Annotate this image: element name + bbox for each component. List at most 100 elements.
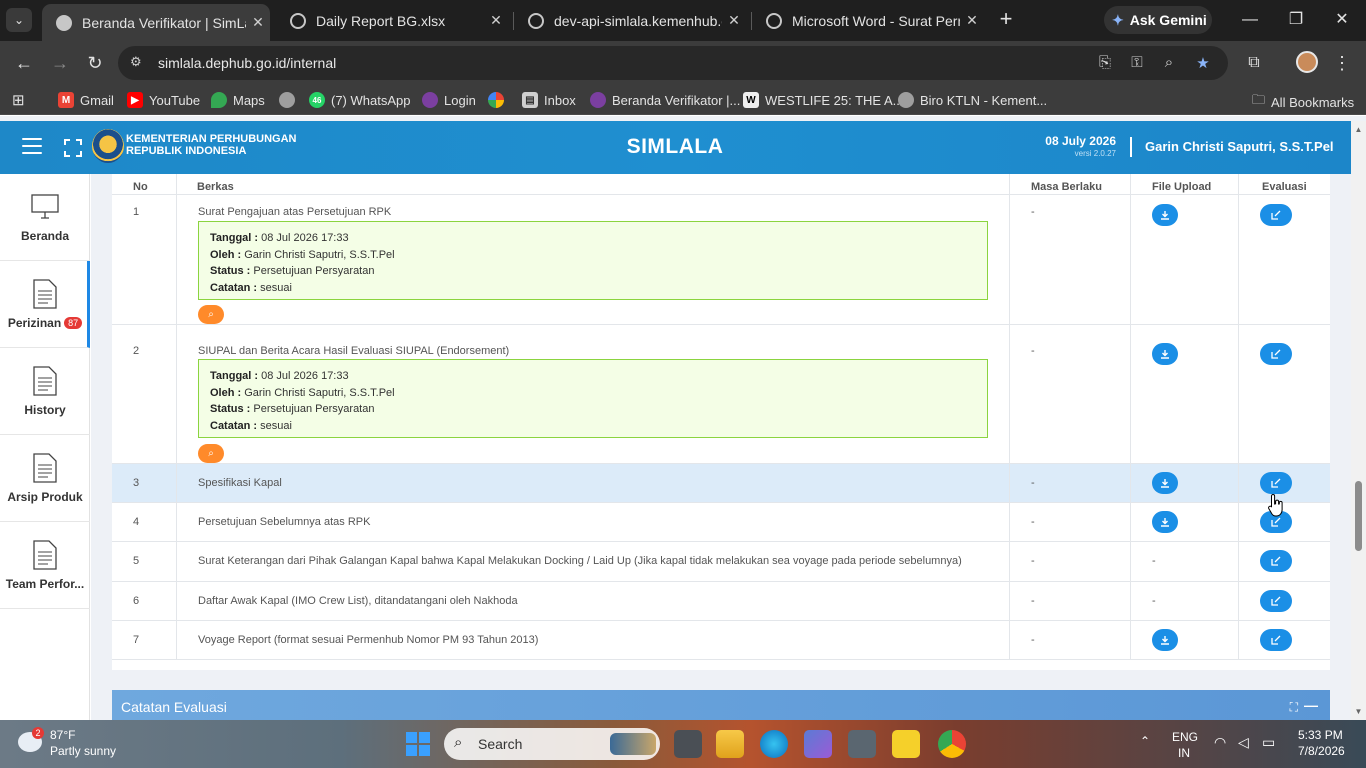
- password-key-icon[interactable]: ⚿: [1126, 54, 1148, 74]
- language-indicator[interactable]: ENG: [1172, 730, 1198, 744]
- bookmark-photos[interactable]: [488, 91, 510, 109]
- clock-time[interactable]: 5:33 PM: [1298, 728, 1343, 744]
- close-icon[interactable]: ✕: [484, 12, 508, 29]
- new-tab-button[interactable]: +: [994, 8, 1018, 32]
- scroll-down-icon[interactable]: ▼: [1354, 707, 1363, 716]
- windows-taskbar: 2 87°F Partly sunny ⌕ Search ⌃ ENG IN ◠ …: [0, 720, 1366, 768]
- globe-icon: [279, 92, 295, 108]
- file-upload-value: -: [1152, 555, 1156, 567]
- view-detail-button[interactable]: ⌕: [198, 444, 224, 463]
- close-icon[interactable]: ✕: [722, 12, 746, 29]
- bookmark-label: Login: [444, 92, 476, 108]
- sidebar-item-perizinan[interactable]: Perizinan 87: [0, 261, 90, 348]
- sidebar-item-arsip-produk[interactable]: Arsip Produk: [0, 435, 90, 522]
- extensions-icon[interactable]: ⧉: [1242, 51, 1266, 75]
- task-view-icon[interactable]: [674, 730, 702, 758]
- tab-dev-api[interactable]: dev-api-simlala.kemenhub.go.id ✕: [514, 4, 746, 37]
- close-icon[interactable]: ✕: [246, 14, 270, 31]
- evaluate-button[interactable]: [1260, 204, 1292, 226]
- tab-daily-report[interactable]: Daily Report BG.xlsx ✕: [276, 4, 508, 37]
- evaluate-button[interactable]: [1260, 550, 1292, 572]
- evaluation-notes-panel: Catatan Evaluasi ⛶ —: [112, 690, 1330, 720]
- scrollbar-thumb[interactable]: [1355, 481, 1362, 551]
- profile-avatar[interactable]: [1296, 51, 1318, 73]
- note-date: 08 Jul 2026 17:33: [261, 370, 349, 382]
- bookmark-gmail[interactable]: M Gmail: [58, 91, 114, 109]
- globe-icon: [528, 12, 544, 29]
- window-close-button[interactable]: ✕: [1322, 8, 1362, 32]
- download-button[interactable]: [1152, 343, 1178, 365]
- address-bar[interactable]: ⚙ simlala.dephub.go.id/internal ⎘ ⚿ ⌕ ★: [118, 46, 1228, 80]
- sidebar-item-team-performance[interactable]: Team Perfor...: [0, 522, 90, 609]
- minimize-button[interactable]: —: [1230, 8, 1270, 32]
- fullscreen-icon[interactable]: [62, 137, 82, 157]
- bookmark-maps[interactable]: Maps: [211, 91, 265, 109]
- sidebar-item-label: Perizinan: [7, 316, 62, 330]
- evaluate-button[interactable]: [1260, 629, 1292, 651]
- edge-icon[interactable]: [760, 730, 788, 758]
- weather-temperature[interactable]: 87°F: [50, 728, 75, 742]
- bookmark-biro-ktln[interactable]: Biro KTLN - Kement...: [898, 91, 1047, 109]
- edit-icon: [1271, 556, 1281, 566]
- show-hidden-icons[interactable]: ⌃: [1140, 734, 1150, 754]
- bookmark-youtube[interactable]: ▶ YouTube: [127, 91, 200, 109]
- download-button[interactable]: [1152, 629, 1178, 651]
- hamburger-menu-icon[interactable]: [22, 138, 42, 154]
- tab-simlala[interactable]: Beranda Verifikator | SimLala ✕: [42, 4, 270, 41]
- westlife-icon: W: [743, 92, 759, 108]
- weather-description[interactable]: Partly sunny: [50, 744, 116, 758]
- download-button[interactable]: [1152, 204, 1178, 226]
- app-header: KEMENTERIAN PERHUBUNGAN REPUBLIK INDONES…: [0, 121, 1351, 174]
- tab-search-dropdown[interactable]: ⌄: [6, 8, 32, 32]
- bookmark-login[interactable]: Login: [422, 91, 476, 109]
- zoom-icon[interactable]: ⌕: [1158, 54, 1180, 74]
- sidebar-item-beranda[interactable]: Beranda: [0, 174, 90, 261]
- site-info-icon[interactable]: ⚙: [130, 54, 148, 72]
- apps-grid-icon[interactable]: ⊞: [12, 91, 25, 109]
- file-explorer-icon[interactable]: [716, 730, 744, 758]
- battery-icon[interactable]: ▭: [1262, 734, 1275, 754]
- bookmark-globe[interactable]: [279, 91, 301, 109]
- column-divider: [1009, 174, 1010, 660]
- app-icon[interactable]: [804, 730, 832, 758]
- wifi-icon[interactable]: ◠: [1214, 734, 1226, 754]
- view-detail-button[interactable]: ⌕: [198, 305, 224, 324]
- clock-date[interactable]: 7/8/2026: [1298, 744, 1345, 760]
- bookmark-star-icon[interactable]: ★: [1192, 54, 1214, 74]
- input-method-indicator[interactable]: IN: [1178, 746, 1190, 760]
- page-scrollbar[interactable]: ▲ ▼: [1351, 121, 1366, 720]
- evaluate-button[interactable]: [1260, 343, 1292, 365]
- scroll-up-icon[interactable]: ▲: [1354, 125, 1363, 134]
- maximize-button[interactable]: ❐: [1276, 8, 1316, 32]
- evaluate-button[interactable]: [1260, 472, 1292, 494]
- download-button[interactable]: [1152, 472, 1178, 494]
- install-app-icon[interactable]: ⎘: [1094, 54, 1116, 74]
- taskbar-search[interactable]: ⌕ Search: [444, 728, 660, 760]
- expand-icon[interactable]: ⛶: [1290, 700, 1298, 715]
- tab-word[interactable]: Microsoft Word - Surat Permoh ✕: [752, 4, 984, 37]
- windows-start-icon[interactable]: [406, 732, 430, 756]
- evaluate-button[interactable]: [1260, 590, 1292, 612]
- all-bookmarks-button[interactable]: 🗀 All Bookmarks: [1252, 91, 1354, 113]
- row-divider: [112, 541, 1330, 542]
- bookmark-westlife[interactable]: W WESTLIFE 25: THE A...: [743, 91, 903, 109]
- camera-icon[interactable]: [848, 730, 876, 758]
- bookmark-whatsapp[interactable]: 46 (7) WhatsApp: [309, 91, 410, 109]
- back-button[interactable]: ←: [12, 51, 36, 75]
- bookmark-simlala[interactable]: Beranda Verifikator |...: [590, 91, 740, 109]
- reload-button[interactable]: ↻: [83, 51, 107, 75]
- browser-menu-icon[interactable]: ⋮: [1330, 51, 1354, 75]
- chrome-icon[interactable]: [938, 730, 966, 758]
- row-number: 4: [133, 516, 140, 528]
- ask-gemini-button[interactable]: ✦ Ask Gemini: [1104, 6, 1212, 34]
- download-button[interactable]: [1152, 511, 1178, 533]
- close-icon[interactable]: ✕: [960, 12, 984, 29]
- forward-button[interactable]: →: [48, 51, 72, 75]
- collapse-icon[interactable]: —: [1304, 697, 1318, 713]
- url-text[interactable]: simlala.dephub.go.id/internal: [158, 55, 336, 71]
- sticky-notes-icon[interactable]: [892, 730, 920, 758]
- user-name[interactable]: Garin Christi Saputri, S.S.T.Pel: [1145, 139, 1334, 154]
- volume-icon[interactable]: ◁: [1238, 734, 1249, 754]
- bookmark-inbox[interactable]: ▤ Inbox: [522, 91, 576, 109]
- sidebar-item-history[interactable]: History: [0, 348, 90, 435]
